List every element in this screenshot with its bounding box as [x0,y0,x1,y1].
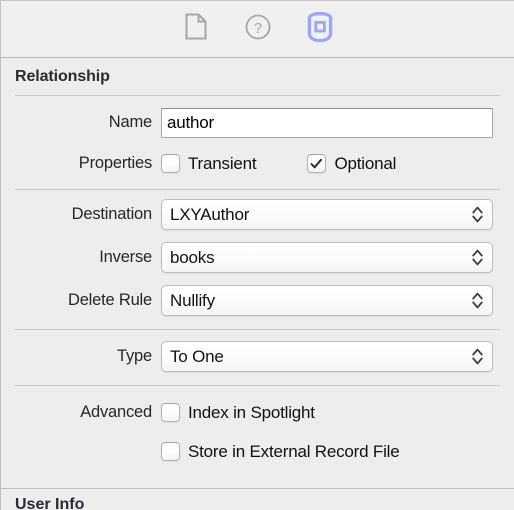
type-row: Type To One [1,340,514,373]
name-label: Name [108,113,152,131]
transient-checkbox[interactable]: Transient [161,148,257,179]
store-in-external-record-file-checkbox[interactable]: Store in External Record File [161,436,400,467]
name-row: Name [1,106,514,139]
inverse-value: books [170,247,215,267]
advanced-label: Advanced [80,403,152,421]
delete-rule-row: Delete Rule Nullify [1,284,514,317]
type-select[interactable]: To One [161,341,493,372]
inspector-panel: ? Relationship Name Properties [0,0,514,510]
index-in-spotlight-label: Index in Spotlight [188,402,315,422]
question-circle-icon: ? [245,14,271,45]
type-label: Type [117,347,152,365]
store-in-external-record-file-label: Store in External Record File [188,441,400,461]
delete-rule-select[interactable]: Nullify [161,285,493,316]
type-value: To One [170,346,224,366]
section-title-user-info: User Info [15,496,85,510]
entity-badge-icon [306,11,334,47]
inverse-label: Inverse [99,248,152,266]
properties-row: Properties Transient Optional [1,147,514,180]
data-model-inspector-button[interactable] [303,11,337,47]
optional-checkbox[interactable]: Optional [307,148,396,179]
quick-help-inspector-button[interactable]: ? [241,12,275,46]
document-icon [185,13,207,45]
optional-checkbox-box[interactable] [307,154,327,173]
chevron-updown-icon[interactable] [471,291,484,311]
next-section-clipped: User Info [1,488,514,510]
chevron-updown-icon[interactable] [471,248,484,268]
checkmark-icon [310,158,323,168]
destination-label: Destination [71,205,153,223]
advanced-row: Advanced Index in Spotlight [1,396,514,429]
section-title-relationship: Relationship [15,68,110,85]
optional-label: Optional [334,153,397,173]
name-input[interactable] [161,107,493,138]
store-in-external-record-file-checkbox-box[interactable] [161,442,180,461]
destination-row: Destination LXYAuthor [1,198,514,231]
index-in-spotlight-checkbox-box[interactable] [161,403,180,422]
file-inspector-button[interactable] [179,12,213,46]
svg-text:?: ? [253,20,261,37]
inverse-select[interactable]: books [161,242,493,273]
inspector-toolbar: ? [1,1,514,58]
index-in-spotlight-checkbox[interactable]: Index in Spotlight [161,397,315,428]
inverse-row: Inverse books [1,241,514,274]
delete-rule-value: Nullify [170,290,215,310]
delete-rule-label: Delete Rule [67,291,152,309]
chevron-updown-icon[interactable] [471,347,484,367]
destination-value: LXYAuthor [170,204,250,224]
properties-label: Properties [78,154,152,172]
transient-label: Transient [188,153,257,173]
advanced-row-second: Store in External Record File [1,435,514,468]
chevron-updown-icon[interactable] [471,205,484,225]
destination-select[interactable]: LXYAuthor [161,199,493,230]
transient-checkbox-box[interactable] [161,154,180,173]
